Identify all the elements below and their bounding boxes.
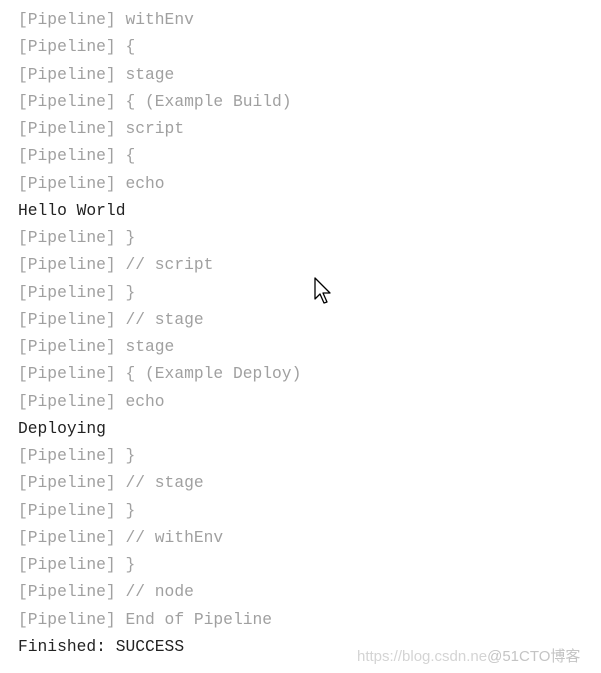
console-pipeline-line: [Pipeline] withEnv <box>18 10 194 29</box>
console-output-line: Finished: SUCCESS <box>18 636 185 656</box>
console-output: [Pipeline] withEnv [Pipeline] { [Pipeline]… <box>18 6 301 660</box>
console-output-line: Deploying <box>18 418 106 438</box>
console-pipeline-line: [Pipeline] { (Example Build) <box>18 91 292 111</box>
watermark: https://blog.csdn.ne@51CTO博客 <box>357 645 580 666</box>
console-pipeline-line: [Pipeline] End of Pipeline <box>18 609 273 629</box>
console-pipeline-line: [Pipeline] } <box>18 282 136 302</box>
console-pipeline-line: [Pipeline] { <box>18 37 136 57</box>
watermark-brand: @51CTO博客 <box>487 648 581 665</box>
console-pipeline-line: [Pipeline] // stage <box>18 473 204 493</box>
console-pipeline-line: [Pipeline] // script <box>18 255 214 275</box>
console-pipeline-line: [Pipeline] echo <box>18 391 165 411</box>
console-pipeline-line: [Pipeline] } <box>18 228 136 247</box>
console-pipeline-line: [Pipeline] } <box>18 446 136 465</box>
console-pipeline-line: [Pipeline] // withEnv <box>18 527 224 547</box>
watermark-url: https://blog.csdn.ne <box>357 648 488 665</box>
console-pipeline-line: [Pipeline] stage <box>18 337 175 356</box>
mouse-pointer-icon <box>314 277 331 304</box>
console-pipeline-line: [Pipeline] } <box>18 555 136 574</box>
console-pipeline-line: [Pipeline] stage <box>18 64 175 84</box>
console-pipeline-line: [Pipeline] { <box>18 146 136 166</box>
console-pipeline-line: [Pipeline] // stage <box>18 309 204 329</box>
console-pipeline-line: [Pipeline] { (Example Deploy) <box>18 364 302 384</box>
console-pipeline-line: [Pipeline] script <box>18 119 185 138</box>
console-pipeline-line: [Pipeline] // node <box>18 582 194 602</box>
console-output-line: Hello World <box>18 200 126 220</box>
console-pipeline-line: [Pipeline] } <box>18 500 136 520</box>
console-pipeline-line: [Pipeline] echo <box>18 173 165 193</box>
